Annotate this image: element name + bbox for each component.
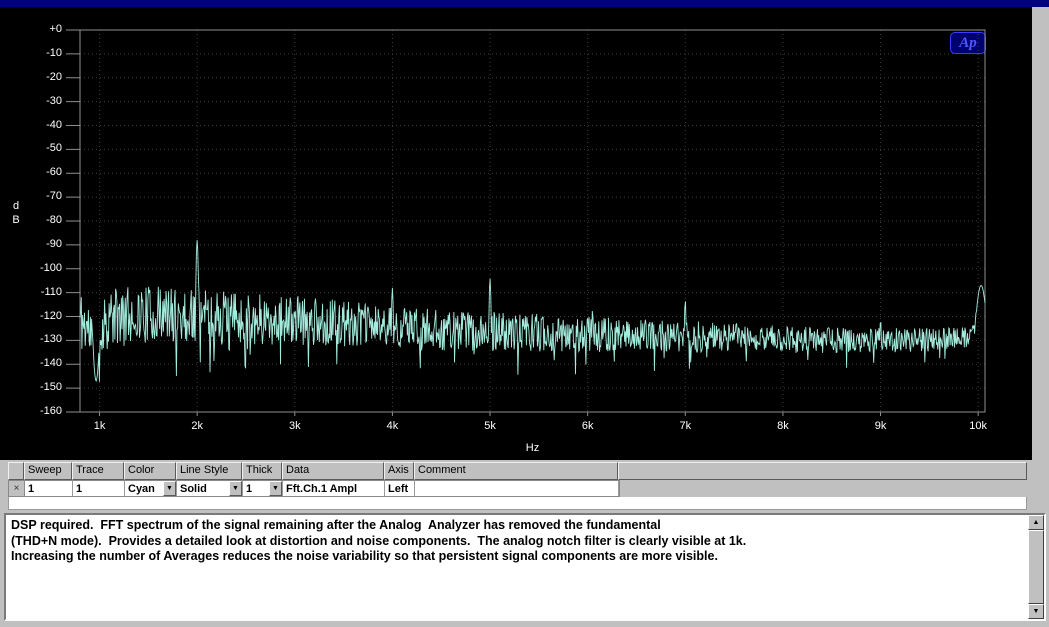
- comment-cell[interactable]: [415, 481, 619, 496]
- y-tick-label: -100: [39, 261, 62, 274]
- line-style-dropdown-button[interactable]: ▼: [229, 481, 242, 496]
- x-icon: ×: [13, 483, 20, 494]
- y-tick-label: -40: [46, 118, 62, 131]
- trace-table-row: × 1 1 Cyan ▼ Solid ▼ 1 ▼ Fft.Ch.1 Ampl L…: [8, 480, 620, 497]
- description-panel: DSP required. FFT spectrum of the signal…: [4, 513, 1046, 621]
- chevron-down-icon: ▼: [232, 485, 239, 492]
- x-tick-label: 9k: [874, 420, 887, 432]
- fft-spectrum-chart: [66, 29, 986, 416]
- x-tick-label: 6k: [581, 420, 594, 432]
- header-color: Color: [124, 462, 176, 480]
- header-trace: Trace: [72, 462, 124, 480]
- x-tick-label: 5k: [484, 420, 496, 432]
- header-thick: Thick: [242, 462, 282, 480]
- y-tick-label: -20: [46, 70, 62, 83]
- trace-cell[interactable]: 1: [73, 481, 125, 496]
- header-sweep: Sweep: [24, 462, 72, 480]
- empty-row-strip: [8, 497, 1027, 510]
- y-tick-label: -90: [46, 237, 62, 250]
- x-tick-label: 8k: [777, 420, 789, 432]
- color-combo[interactable]: Cyan ▼: [125, 481, 177, 496]
- description-text[interactable]: DSP required. FFT spectrum of the signal…: [11, 518, 1024, 617]
- header-data: Data: [282, 462, 384, 480]
- data-cell[interactable]: Fft.Ch.1 Ampl: [283, 481, 385, 496]
- color-value: Cyan: [128, 483, 155, 495]
- header-handle-cell: [8, 462, 24, 480]
- fft-plot-panel: d B +0 -10 -20 -30 -40 -50 -60 -70 -80 -90 -100 -11…: [0, 7, 1032, 460]
- y-tick-label: -130: [39, 333, 62, 346]
- x-tick-label: 7k: [679, 420, 692, 432]
- y-tick-label: -50: [46, 142, 62, 155]
- x-tick-label: 10k: [969, 420, 988, 432]
- thick-dropdown-button[interactable]: ▼: [269, 481, 282, 496]
- line-style-value: Solid: [180, 483, 207, 495]
- scrollbar-thumb[interactable]: [1028, 530, 1044, 604]
- x-tick-label: 4k: [386, 420, 399, 432]
- scroll-down-button[interactable]: ▼: [1028, 604, 1044, 619]
- thick-combo[interactable]: 1 ▼: [243, 481, 283, 496]
- y-tick-label: -30: [46, 94, 62, 107]
- y-tick-label: -10: [46, 46, 62, 59]
- x-axis-unit-label: Hz: [525, 442, 540, 454]
- chevron-down-icon: ▼: [272, 485, 279, 492]
- y-tick-label: -80: [46, 214, 62, 226]
- axis-cell[interactable]: Left: [385, 481, 415, 496]
- sweep-cell[interactable]: 1: [25, 481, 73, 496]
- chevron-down-icon: ▼: [166, 485, 173, 492]
- titlebar: [0, 0, 1049, 7]
- y-tick-label: +0: [49, 23, 62, 35]
- header-comment: Comment: [414, 462, 618, 480]
- thick-value: 1: [246, 483, 253, 495]
- row-delete-handle[interactable]: ×: [9, 481, 25, 496]
- line-style-combo[interactable]: Solid ▼: [177, 481, 243, 496]
- x-tick-label: 1k: [93, 420, 106, 432]
- y-tick-label: -120: [39, 309, 62, 322]
- y-tick-label: -60: [46, 166, 62, 179]
- header-line-style: Line Style: [176, 462, 242, 480]
- trace-table-header: Sweep Trace Color Line Style Thick Data …: [8, 462, 1027, 480]
- scroll-up-button[interactable]: ▲: [1028, 515, 1044, 530]
- y-tick-label: -160: [39, 405, 62, 417]
- arrow-up-icon: ▲: [1032, 519, 1040, 526]
- y-tick-label: -140: [39, 357, 62, 370]
- arrow-down-icon: ▼: [1032, 608, 1040, 615]
- x-tick-label: 3k: [288, 420, 301, 432]
- header-axis: Axis: [384, 462, 414, 480]
- x-tick-label: 2k: [191, 420, 203, 432]
- y-tick-label: -70: [46, 190, 62, 203]
- y-tick-label: -110: [40, 285, 62, 298]
- header-filler: [618, 462, 1027, 480]
- description-scrollbar[interactable]: ▲ ▼: [1028, 515, 1044, 619]
- y-tick-label: -150: [39, 381, 62, 394]
- fft-trace: [79, 240, 986, 383]
- color-dropdown-button[interactable]: ▼: [163, 481, 176, 496]
